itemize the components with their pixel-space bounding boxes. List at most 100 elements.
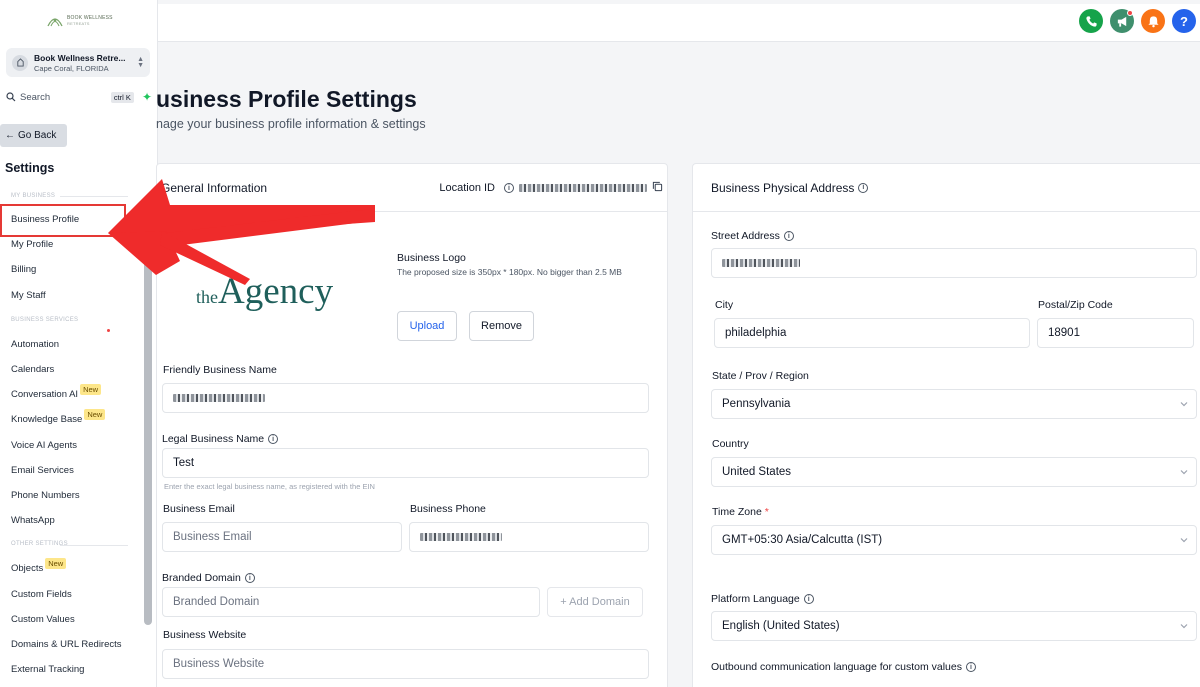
sidebar-item-automation[interactable]: Automation [11, 339, 59, 350]
location-id-value-redacted [519, 184, 647, 192]
timezone-select[interactable]: GMT+05:30 Asia/Calcutta (IST) [711, 525, 1197, 555]
timezone-label: Time Zone * [712, 506, 769, 518]
sidebar-item-voice-ai-agents[interactable]: Voice AI Agents [11, 440, 77, 451]
card-title: General Information [161, 180, 268, 195]
friendly-name-label: Friendly Business Name [163, 364, 277, 376]
sparkle-icon[interactable]: ✦ [142, 90, 152, 104]
city-value: philadelphia [725, 327, 787, 339]
street-label: Street Address i [711, 230, 794, 242]
sidebar-item-knowledge-base[interactable]: Knowledge Base New [11, 409, 106, 425]
location-address: Cape Coral, FLORIDA [34, 63, 109, 73]
go-back-button[interactable]: ← Go Back [0, 124, 67, 147]
sidebar-scrollbar[interactable] [144, 205, 152, 625]
remove-button[interactable]: Remove [469, 311, 534, 341]
sidebar: BOOK WELLNESS RETREATS Book Wellness Ret… [0, 0, 158, 687]
email-input[interactable]: Business Email [162, 522, 402, 552]
notification-dot [107, 329, 110, 332]
street-input[interactable] [711, 248, 1197, 278]
info-icon[interactable]: i [504, 183, 514, 193]
help-icon: ? [1180, 13, 1188, 29]
settings-title: Settings [5, 161, 55, 175]
page-title: usiness Profile Settings [156, 86, 417, 112]
sidebar-item-whatsapp[interactable]: WhatsApp [11, 515, 55, 526]
section-divider [60, 196, 128, 197]
city-input[interactable]: philadelphia [714, 318, 1030, 348]
search-shortcut: ctrl K [110, 91, 134, 103]
logo-text-secondary: RETREATS [67, 21, 90, 26]
required-mark: * [764, 506, 769, 518]
email-placeholder: Business Email [173, 531, 252, 543]
timezone-value: GMT+05:30 Asia/Calcutta (IST) [722, 534, 883, 546]
info-icon[interactable]: i [803, 594, 814, 605]
state-select[interactable]: Pennsylvania [711, 389, 1197, 419]
website-input[interactable]: Business Website [162, 649, 649, 679]
arrow-left-icon: ← [5, 130, 15, 141]
sidebar-item-custom-fields[interactable]: Custom Fields [11, 589, 72, 600]
copy-icon[interactable] [652, 181, 663, 195]
branded-domain-input[interactable]: Branded Domain [162, 587, 540, 617]
help-button[interactable]: ? [1172, 9, 1196, 33]
website-label: Business Website [163, 629, 247, 641]
platform-language-value: English (United States) [722, 620, 840, 632]
sidebar-item-my-staff[interactable]: My Staff [11, 290, 46, 301]
platform-language-select[interactable]: English (United States) [711, 611, 1197, 641]
highlight-box [0, 204, 126, 237]
friendly-name-value-redacted [173, 394, 265, 402]
phone-value-redacted [420, 533, 502, 541]
chevron-down-icon [1180, 538, 1188, 543]
logo-word-agency: Agency [218, 271, 334, 312]
phone-button[interactable] [1079, 9, 1103, 33]
sidebar-item-objects[interactable]: Objects New [11, 558, 67, 574]
bell-icon [1147, 15, 1159, 27]
notifications-button[interactable] [1141, 9, 1165, 33]
location-id: Location ID i [439, 181, 663, 195]
section-business-services: BUSINESS SERVICES [11, 317, 79, 323]
email-label: Business Email [163, 503, 235, 515]
new-badge: New [84, 409, 106, 420]
brand-logo[interactable]: BOOK WELLNESS RETREATS [46, 10, 116, 32]
location-icon [12, 54, 28, 71]
sidebar-item-my-profile[interactable]: My Profile [11, 239, 53, 250]
announcements-button[interactable] [1110, 9, 1134, 33]
info-icon[interactable]: i [244, 573, 255, 584]
info-icon[interactable]: i [858, 182, 869, 193]
legal-name-label: Legal Business Name i [162, 433, 279, 445]
friendly-name-input[interactable] [162, 383, 649, 413]
info-icon[interactable]: i [965, 662, 976, 673]
search-icon [6, 92, 16, 102]
outbound-language-label: Outbound communication language for cust… [711, 661, 976, 673]
platform-language-label: Platform Language i [711, 593, 814, 605]
sidebar-item-domains-url-redirects[interactable]: Domains & URL Redirects [11, 639, 122, 650]
go-back-label: Go Back [18, 130, 57, 141]
sidebar-item-phone-numbers[interactable]: Phone Numbers [11, 490, 80, 501]
upload-button[interactable]: Upload [397, 311, 457, 341]
domain-label: Branded Domain i [162, 572, 255, 584]
card-title: Business Physical Address [711, 180, 855, 195]
country-label: Country [712, 438, 749, 450]
sidebar-search[interactable]: Search ctrl K ✦ [6, 88, 152, 106]
sidebar-item-external-tracking[interactable]: External Tracking [11, 664, 84, 675]
location-switcher[interactable]: Book Wellness Retre... Cape Coral, FLORI… [6, 48, 150, 77]
add-domain-button[interactable]: + Add Domain [547, 587, 643, 617]
sidebar-item-conversation-ai[interactable]: Conversation AI New [11, 384, 102, 400]
info-icon[interactable]: i [268, 434, 279, 445]
sidebar-item-billing[interactable]: Billing [11, 264, 36, 275]
leaf-logo-icon [47, 18, 63, 27]
section-my-business: MY BUSINESS [11, 193, 56, 199]
phone-icon [1085, 15, 1097, 27]
info-icon[interactable]: i [783, 231, 794, 242]
new-badge: New [45, 558, 67, 569]
logo-word-the: the [196, 287, 218, 307]
sidebar-item-email-services[interactable]: Email Services [11, 465, 74, 476]
country-select[interactable]: United States [711, 457, 1197, 487]
postal-input[interactable]: 18901 [1037, 318, 1194, 348]
country-value: United States [722, 466, 792, 478]
street-value-redacted [722, 259, 800, 267]
location-id-label: Location ID [439, 182, 495, 194]
legal-name-input[interactable]: Test [162, 448, 649, 478]
business-logo-hint: The proposed size is 350px * 180px. No b… [397, 267, 622, 277]
business-logo-label: Business Logo [397, 252, 466, 264]
phone-input[interactable] [409, 522, 649, 552]
sidebar-item-custom-values[interactable]: Custom Values [11, 614, 75, 625]
sidebar-item-calendars[interactable]: Calendars [11, 364, 54, 375]
